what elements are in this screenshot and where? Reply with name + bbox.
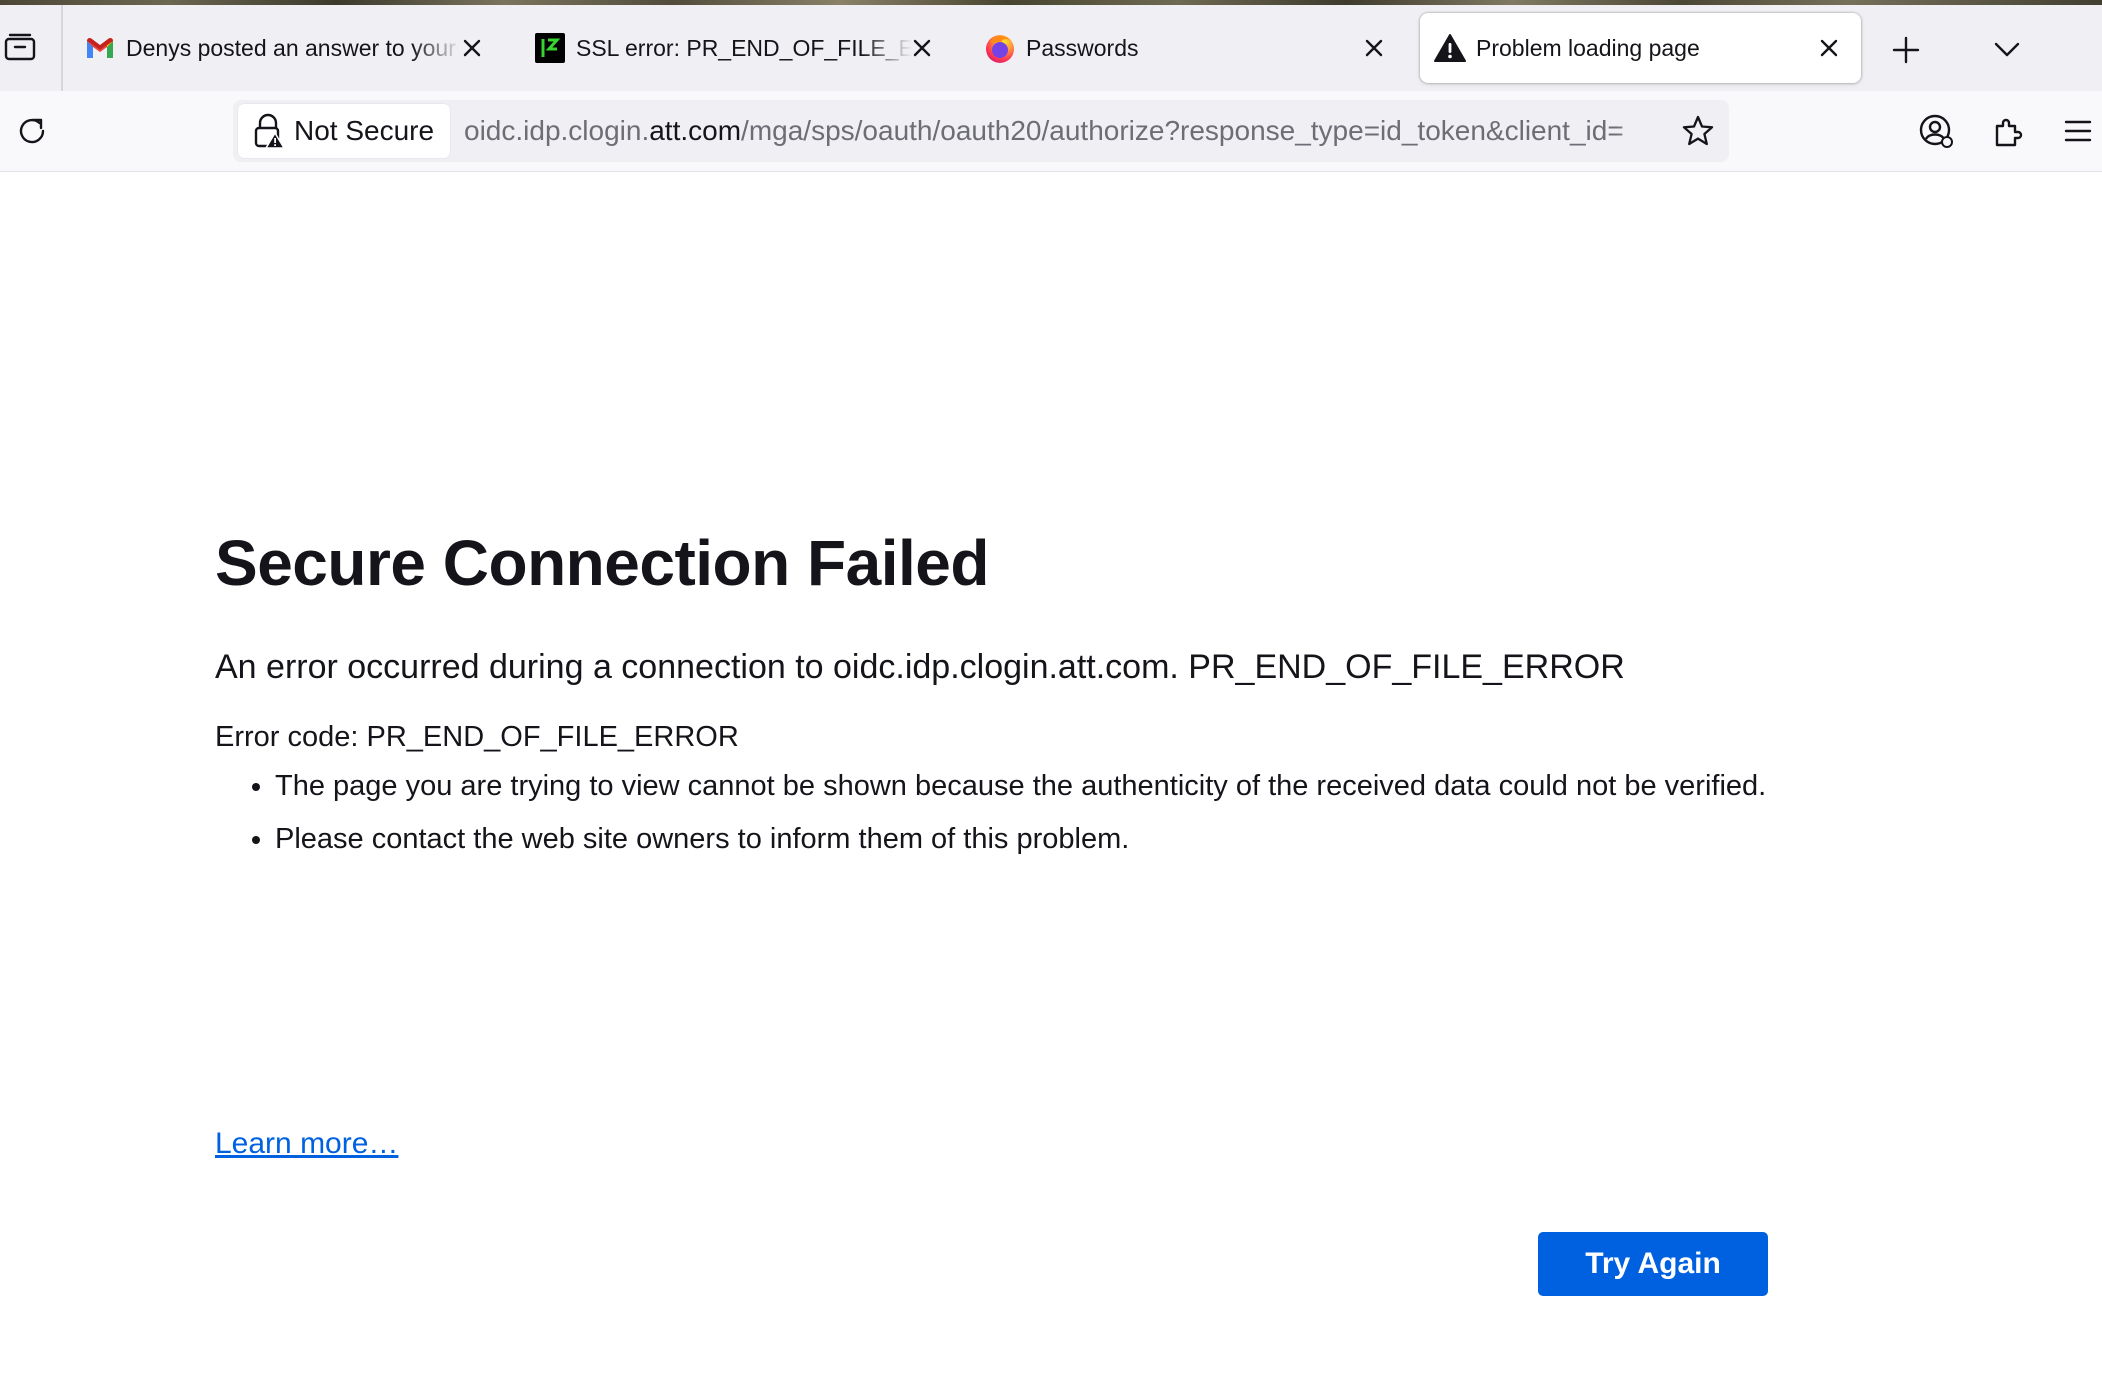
not-secure-label: Not Secure — [294, 115, 435, 146]
tab-problem-loading-page[interactable]: Problem loading page — [1420, 13, 1861, 83]
puzzle-piece-icon — [1995, 118, 2023, 147]
tab-title: Problem loading page — [1476, 34, 1700, 61]
close-tab-icon[interactable] — [454, 30, 490, 66]
app-menu-button[interactable] — [2058, 109, 2098, 153]
navigation-toolbar: Not Secure oidc.idp.clogin.att.com/mga/s… — [0, 91, 2102, 172]
close-tab-icon[interactable] — [1356, 30, 1392, 66]
close-tab-icon[interactable] — [1811, 30, 1847, 66]
error-title: Secure Connection Failed — [215, 527, 989, 599]
warning-icon — [1434, 32, 1466, 64]
list-item: Please contact the web site owners to in… — [275, 821, 1835, 858]
firefox-view-icon — [4, 33, 36, 61]
url-path: /mga/sps/oauth/oauth20/authorize?respons… — [741, 115, 1624, 146]
firefox-icon — [984, 32, 1016, 64]
tab-ssl-error[interactable]: SSL error: PR_END_OF_FILE_ERROR — [512, 13, 956, 83]
tab-gmail[interactable]: Denys posted an answer to your — [62, 13, 506, 83]
address-bar[interactable]: Not Secure oidc.idp.clogin.att.com/mga/s… — [233, 100, 1729, 162]
insecure-lock-icon — [252, 113, 286, 149]
list-item: The page you are trying to view cannot b… — [275, 768, 1835, 805]
reload-button[interactable] — [10, 109, 54, 153]
close-tab-icon[interactable] — [904, 30, 940, 66]
account-icon — [1919, 114, 1953, 148]
tab-title: Denys posted an answer to your — [126, 34, 456, 61]
site-identity-button[interactable]: Not Secure — [238, 104, 450, 158]
hamburger-menu-icon — [2064, 120, 2092, 142]
try-again-button[interactable]: Try Again — [1538, 1232, 1768, 1296]
error-short-description: An error occurred during a connection to… — [215, 648, 1625, 686]
tab-strip: Denys posted an answer to your SSL error… — [0, 5, 2102, 91]
bookmark-star-button[interactable] — [1679, 112, 1717, 150]
account-button[interactable] — [1914, 109, 1958, 153]
url-text[interactable]: oidc.idp.clogin.att.com/mga/sps/oauth/oa… — [464, 100, 1664, 162]
error-details-list: The page you are trying to view cannot b… — [215, 764, 1835, 874]
star-icon — [1682, 115, 1714, 146]
plus-icon — [1892, 36, 1920, 64]
learn-more-link[interactable]: Learn more… — [215, 1127, 398, 1161]
new-tab-button[interactable] — [1886, 30, 1926, 70]
list-all-tabs-button[interactable] — [1987, 30, 2027, 70]
stackexchange-icon — [534, 32, 566, 64]
gmail-icon — [84, 32, 116, 64]
reload-icon — [19, 118, 45, 144]
chevron-down-icon — [1994, 42, 2020, 57]
url-prefix: oidc.idp.clogin. — [464, 115, 650, 146]
tab-passwords[interactable]: Passwords — [962, 13, 1406, 83]
firefox-view-button[interactable] — [0, 25, 40, 69]
error-code: Error code: PR_END_OF_FILE_ERROR — [215, 721, 739, 753]
extensions-button[interactable] — [1987, 109, 2031, 153]
tab-title: Passwords — [1026, 34, 1139, 61]
tab-title: SSL error: PR_END_OF_FILE_ERROR — [576, 34, 912, 61]
url-host: att.com — [649, 115, 742, 146]
